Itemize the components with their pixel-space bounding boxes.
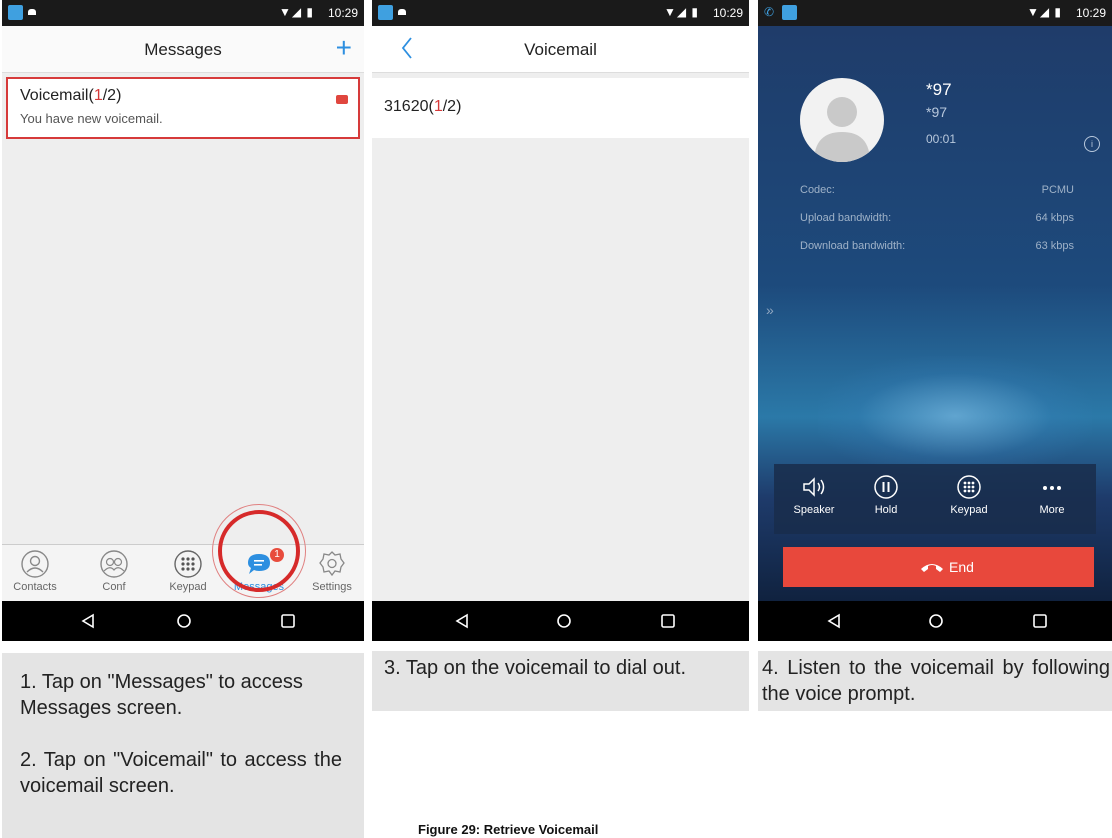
voicemail-item-subtitle: You have new voicemail. <box>20 111 163 126</box>
download-label: Download bandwidth: <box>800 240 906 252</box>
voicemail-title-prefix: Voicemail( <box>20 87 94 104</box>
caption-steps-1-2: 1. Tap on "Messages" to access Messages … <box>2 653 364 838</box>
android-nav-bar <box>758 601 1112 641</box>
app-notification-icon <box>782 5 797 20</box>
status-bar: ✆ ▼◢ ▮ 10:29 <box>758 0 1112 26</box>
home-nav-icon[interactable] <box>176 613 192 629</box>
account-prefix: 31620( <box>384 98 434 115</box>
back-nav-icon[interactable] <box>826 613 842 629</box>
home-nav-icon[interactable] <box>928 613 944 629</box>
home-nav-icon[interactable] <box>556 613 572 629</box>
pause-icon <box>874 475 898 499</box>
tab-label: Contacts <box>13 581 57 593</box>
speaker-icon <box>803 477 825 497</box>
voicemail-icon <box>336 95 348 104</box>
plus-icon[interactable]: + <box>336 34 352 62</box>
voicemail-account-row[interactable]: 31620(1/2) <box>372 78 749 138</box>
tab-conf[interactable]: Conf <box>84 549 144 593</box>
upload-label: Upload bandwidth: <box>800 212 892 224</box>
expand-chevron-icon[interactable]: » <box>766 302 774 318</box>
status-time: 10:29 <box>327 6 358 20</box>
call-controls: Speaker Hold Keypad More <box>774 464 1096 534</box>
call-screen: ✆ ▼◢ ▮ 10:29 *97 *97 00:01 i Codec: PCMU… <box>758 0 1112 641</box>
caller-number: *97 <box>926 104 948 120</box>
caption-step-4-box: 4. Listen to the voicemail by following … <box>758 651 1112 711</box>
settings-icon <box>319 551 345 577</box>
caption-step-4: 4. Listen to the voicemail by following … <box>762 657 1110 705</box>
account-suffix: /2) <box>442 98 462 115</box>
status-time: 10:29 <box>712 6 743 20</box>
caption-step-3-box: 3. Tap on the voicemail to dial out. <box>372 651 749 711</box>
end-call-button[interactable]: End <box>783 547 1094 587</box>
hold-button[interactable]: Hold <box>856 474 916 516</box>
call-status-icon: ✆ <box>764 5 775 19</box>
keypad-button[interactable]: Keypad <box>939 474 999 516</box>
status-time: 10:29 <box>1075 6 1106 20</box>
figure-caption: Figure 29: Retrieve Voicemail <box>418 822 599 837</box>
signal-battery-icons: ▼◢ ▮ <box>278 5 314 19</box>
back-nav-icon[interactable] <box>80 613 96 629</box>
page-title: Messages <box>144 40 222 59</box>
caption-step-3: 3. Tap on the voicemail to dial out. <box>384 657 687 679</box>
keypad-icon <box>174 550 202 578</box>
new-count: 1 <box>433 98 443 115</box>
tab-contacts[interactable]: Contacts <box>5 549 65 593</box>
voicemail-title-suffix: /2) <box>102 87 122 104</box>
page-title: Voicemail <box>524 40 597 59</box>
control-label: Hold <box>874 504 898 516</box>
signal-battery-icons: ▼◢ ▮ <box>663 5 699 19</box>
tab-bar: Contacts Conf Keypad Messages Settings <box>2 544 364 602</box>
call-duration: 00:01 <box>926 132 957 146</box>
caller-name: *97 <box>926 80 952 99</box>
voicemail-list-item[interactable]: Voicemail(1/2) You have new voicemail. <box>6 77 360 139</box>
more-icon <box>1043 486 1061 490</box>
signal-battery-icons: ▼◢ ▮ <box>1026 5 1062 19</box>
control-label: More <box>1039 504 1065 516</box>
conference-icon <box>100 550 128 578</box>
back-nav-icon[interactable] <box>454 613 470 629</box>
tab-keypad[interactable]: Keypad <box>158 549 218 593</box>
tab-settings[interactable]: Settings <box>302 549 362 593</box>
highlight-ring <box>218 510 300 592</box>
cloud-icon <box>398 9 406 15</box>
tab-label: Settings <box>312 581 352 593</box>
app-notification-icon <box>8 5 23 20</box>
cloud-icon <box>28 9 36 15</box>
info-icon[interactable]: i <box>1084 136 1100 152</box>
caption-step-1: 1. Tap on "Messages" to access Messages … <box>20 671 303 719</box>
more-button[interactable]: More <box>1022 474 1082 516</box>
avatar <box>800 78 884 162</box>
tab-label: Keypad <box>169 581 207 593</box>
voicemail-account-text: 31620(1/2) <box>384 98 461 116</box>
header: Messages + <box>2 26 364 73</box>
messages-screen: ▼◢ ▮ 10:29 Messages + Voicemail(1/2) You… <box>2 0 364 641</box>
upload-value: 64 kbps <box>1035 212 1074 224</box>
android-nav-bar <box>2 601 364 641</box>
download-value: 63 kbps <box>1035 240 1074 252</box>
control-label: Speaker <box>793 504 835 516</box>
voicemail-item-title: Voicemail(1/2) <box>20 87 121 105</box>
app-notification-icon <box>378 5 393 20</box>
end-call-label: End <box>949 559 974 575</box>
contacts-icon <box>21 550 49 578</box>
status-bar: ▼◢ ▮ 10:29 <box>2 0 364 26</box>
person-silhouette-icon <box>814 97 870 162</box>
recents-nav-icon[interactable] <box>1032 613 1048 629</box>
android-nav-bar <box>372 601 749 641</box>
caption-step-2: 2. Tap on "Voicemail" to access the voic… <box>20 749 342 797</box>
speaker-button[interactable]: Speaker <box>784 474 844 516</box>
codec-value: PCMU <box>1041 184 1074 196</box>
keypad-icon <box>957 475 981 499</box>
recents-nav-icon[interactable] <box>660 613 676 629</box>
hang-up-icon <box>921 564 943 572</box>
voicemail-screen: ▼◢ ▮ 10:29 Voicemail 31620(1/2) <box>372 0 749 641</box>
new-count: 1 <box>93 87 103 104</box>
background-glow <box>818 356 1092 476</box>
status-bar: ▼◢ ▮ 10:29 <box>372 0 749 26</box>
tab-label: Conf <box>102 581 126 593</box>
control-label: Keypad <box>950 504 988 516</box>
header: Voicemail <box>372 26 749 73</box>
codec-label: Codec: <box>800 184 835 196</box>
recents-nav-icon[interactable] <box>280 613 296 629</box>
